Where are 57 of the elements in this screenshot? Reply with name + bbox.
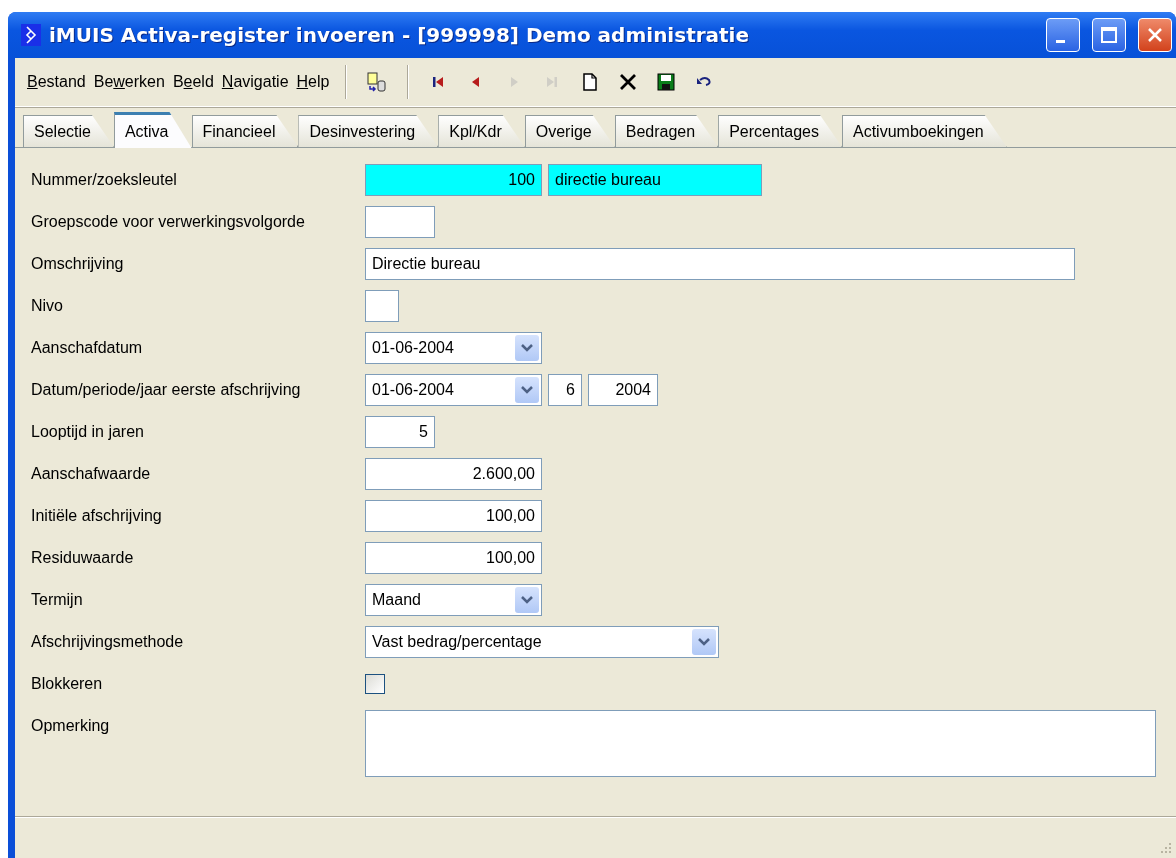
dropdown[interactable]: 01-06-2004	[365, 332, 542, 364]
text-field[interactable]: 2.600,00	[365, 458, 542, 490]
menu-item[interactable]: Navigatie	[217, 71, 293, 93]
minimize-icon	[1055, 39, 1065, 43]
field-label: Looptijd in jaren	[31, 422, 145, 442]
chevron-down-icon[interactable]	[692, 629, 716, 655]
text-field[interactable]: 100,00	[365, 542, 542, 574]
maximize-icon	[1100, 26, 1118, 44]
tab[interactable]: Selectie	[23, 115, 114, 147]
window-title: iMUIS Activa-register invoeren - [999998] Demo administratie	[49, 23, 751, 47]
tab[interactable]: Overige	[524, 115, 615, 147]
field-label: Opmerking	[31, 716, 111, 736]
menu-item[interactable]: Bestand	[23, 71, 90, 93]
text-field[interactable]: 100,00	[365, 500, 542, 532]
menu-item[interactable]: Help	[292, 71, 334, 93]
text-field[interactable]: 2004	[588, 374, 658, 406]
dropdown[interactable]: 01-06-2004	[365, 374, 542, 406]
text-field[interactable]	[365, 290, 399, 322]
tab[interactable]: Percentages	[718, 115, 842, 147]
checkbox[interactable]	[365, 674, 385, 694]
field-label: Datum/periode/jaar eerste afschrijving	[31, 380, 302, 400]
tab[interactable]: Kpl/Kdr	[438, 115, 525, 147]
tab[interactable]: Activa	[113, 112, 192, 148]
dropdown[interactable]: Vast bedrag/percentage	[365, 626, 719, 658]
text-field[interactable]: Directie bureau	[365, 248, 1075, 280]
text-field[interactable]: 5	[365, 416, 435, 448]
dropdown[interactable]: Maand	[365, 584, 542, 616]
field-label: Initiële afschrijving	[31, 506, 163, 526]
menu-item[interactable]: Beeld	[168, 71, 218, 93]
field-label: Afschrijvingsmethode	[31, 632, 185, 652]
maximize-button[interactable]	[1092, 18, 1126, 52]
text-field[interactable]: directie bureau	[548, 164, 762, 196]
field-label: Termijn	[31, 590, 84, 610]
chevron-down-icon[interactable]	[515, 377, 539, 403]
field-label: Omschrijving	[31, 254, 125, 274]
text-field[interactable]: 100	[365, 164, 542, 196]
field-label: Residuwaarde	[31, 548, 135, 568]
tab[interactable]: Bedragen	[614, 115, 719, 147]
chevron-down-icon[interactable]	[515, 587, 539, 613]
field-label: Nummer/zoeksleutel	[31, 170, 178, 190]
text-field[interactable]	[365, 206, 435, 238]
close-button[interactable]	[1138, 18, 1172, 52]
resize-grip-icon[interactable]	[1158, 840, 1172, 854]
field-label: Nivo	[31, 296, 64, 316]
field-label: Blokkeren	[31, 674, 104, 694]
field-label: Aanschafdatum	[31, 338, 144, 358]
remark-field[interactable]	[365, 710, 1156, 777]
text-field[interactable]: 6	[548, 374, 582, 406]
close-icon	[1146, 26, 1164, 44]
tab[interactable]: Activumboekingen	[842, 115, 1007, 147]
field-label: Aanschafwaarde	[31, 464, 152, 484]
tab[interactable]: Desinvestering	[298, 115, 439, 147]
field-label: Groepscode voor verwerkingsvolgorde	[31, 212, 306, 232]
tab[interactable]: Financieel	[191, 115, 299, 147]
minimize-button[interactable]	[1046, 18, 1080, 52]
chevron-down-icon[interactable]	[515, 335, 539, 361]
menu-item[interactable]: Bewerken	[89, 71, 169, 93]
